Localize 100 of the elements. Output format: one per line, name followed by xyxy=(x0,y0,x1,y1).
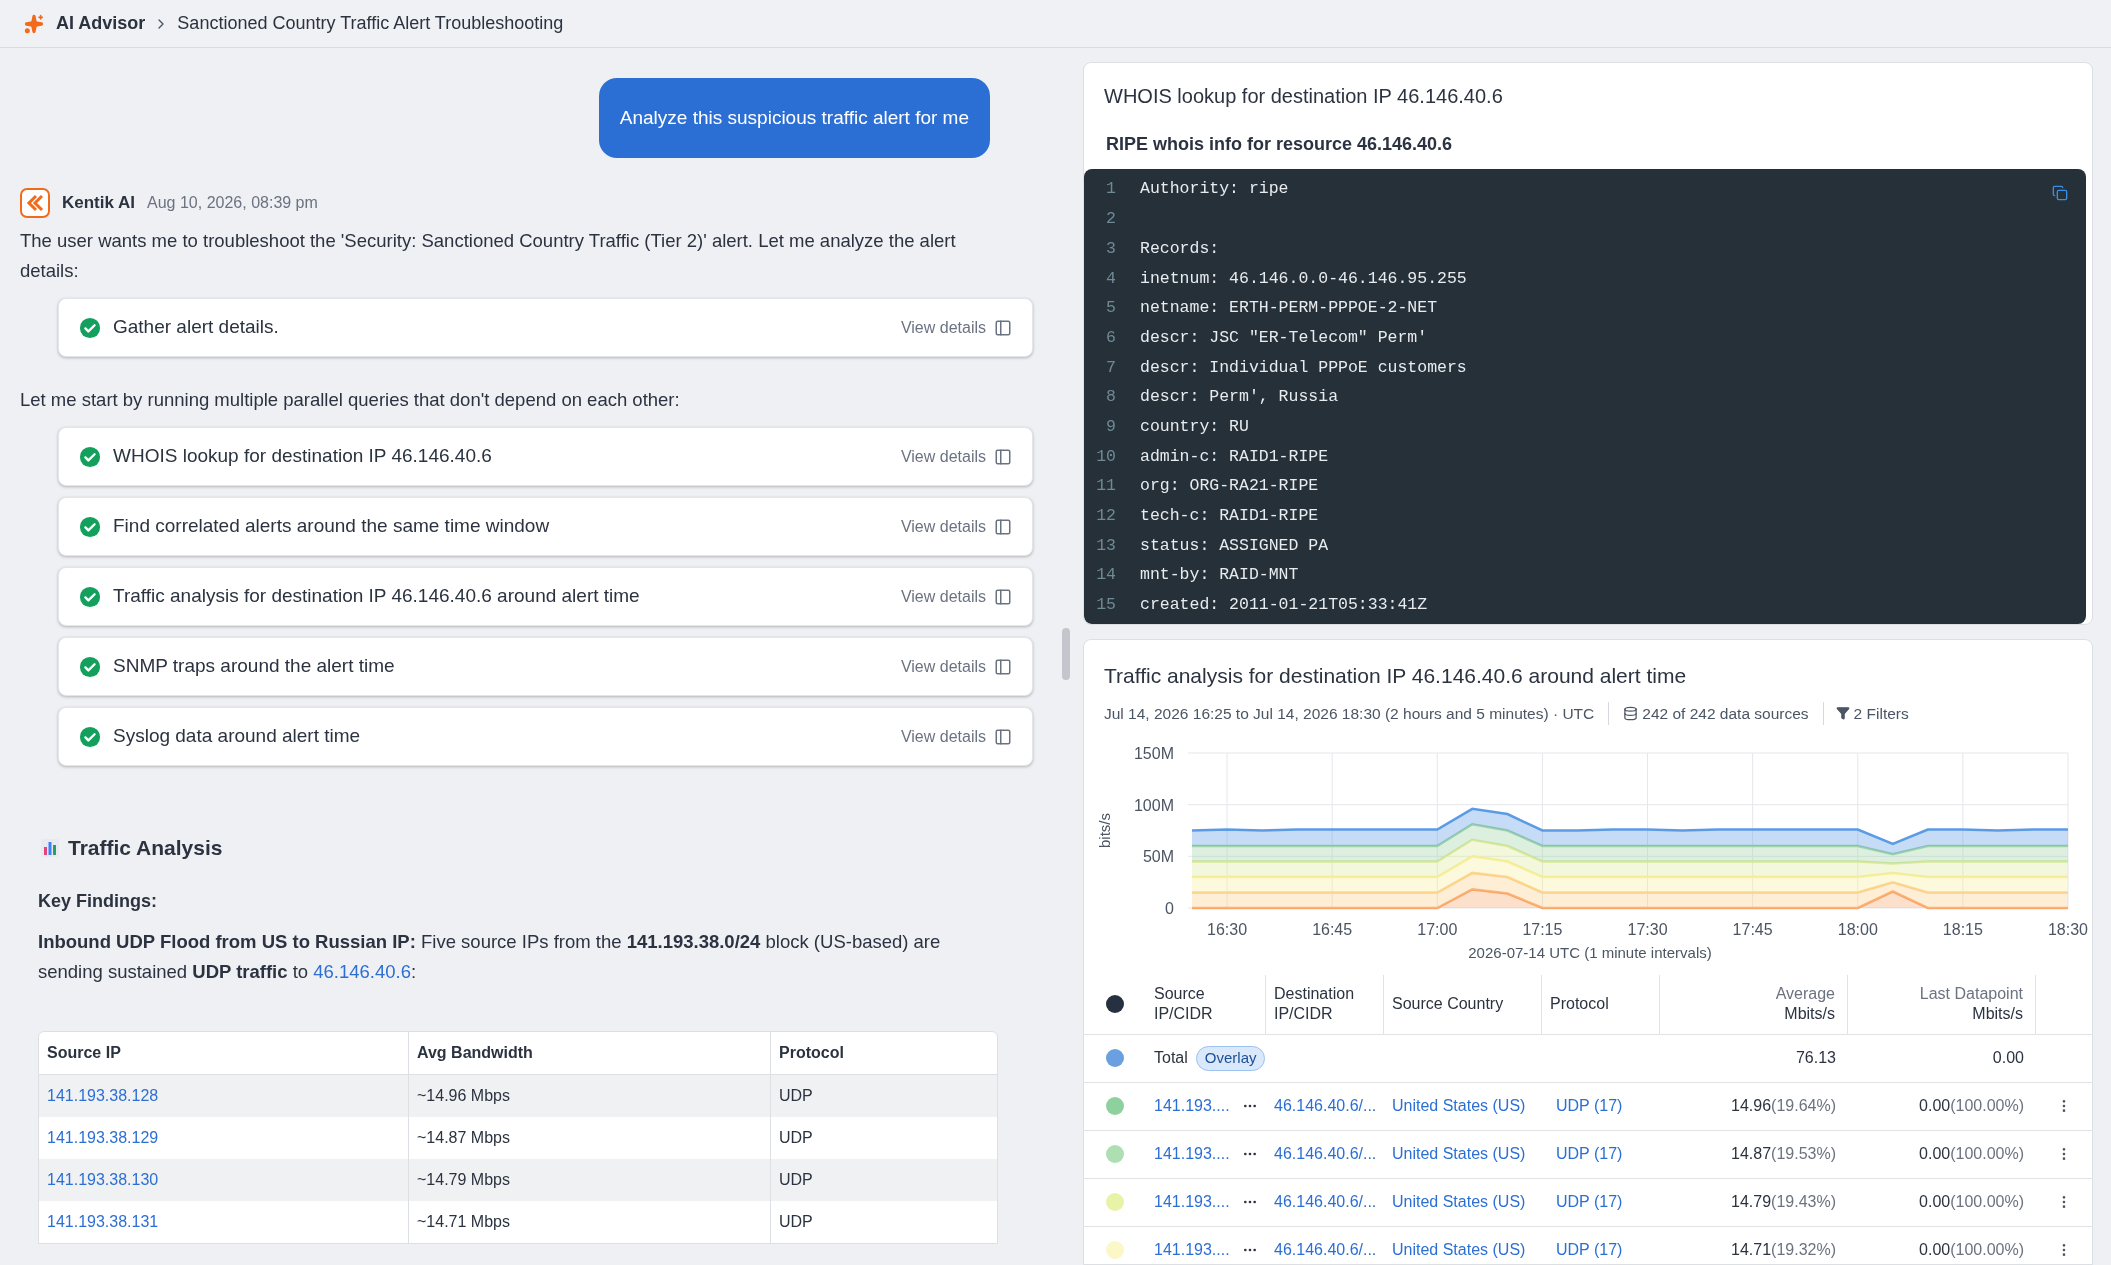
view-details-button[interactable]: View details xyxy=(900,654,1012,679)
table-cell: UDP xyxy=(770,1158,997,1201)
breadcrumb-link[interactable]: AI Advisor xyxy=(56,10,146,37)
code-line: inetnum: 46.146.0.0-46.146.95.255 xyxy=(1139,267,1467,290)
view-details-button[interactable]: View details xyxy=(900,444,1012,469)
table-cell-text: 0.00 xyxy=(1919,1240,1951,1261)
source-link[interactable]: 141.193.... xyxy=(1154,1238,1230,1263)
task-card[interactable]: SNMP traps around the alert time View details xyxy=(58,637,1033,696)
filters-button[interactable]: 2 Filters xyxy=(1823,701,1921,725)
source-link[interactable]: 141.193.... xyxy=(1154,1142,1230,1167)
panel-icon xyxy=(994,318,1012,337)
y-tick-label: 100M xyxy=(1133,796,1174,814)
x-tick-label: 17:45 xyxy=(1732,920,1773,938)
table-cell-text: 14.71 xyxy=(1731,1240,1772,1261)
view-details-button[interactable]: View details xyxy=(900,315,1012,340)
country-link[interactable]: United States (US) xyxy=(1384,1094,1542,1119)
table-cell-text: 14.79 xyxy=(1731,1192,1772,1213)
x-axis-label: 2026-07-14 UTC (1 minute intervals) xyxy=(1468,943,1712,961)
percent-text: (19.43%) xyxy=(1771,1192,1836,1213)
line-number: 10 xyxy=(1095,445,1117,468)
code-line: mnt-by: RAID-MNT xyxy=(1139,564,1299,587)
line-number: 15 xyxy=(1095,594,1117,617)
task-card[interactable]: WHOIS lookup for destination IP 46.146.40.6 View details xyxy=(58,427,1033,486)
view-details-button[interactable]: View details xyxy=(900,514,1012,539)
destination-link[interactable]: 46.146.40.6/... xyxy=(1266,1142,1384,1167)
filter-icon xyxy=(1835,706,1850,721)
source-link[interactable]: 141.193.... xyxy=(1154,1094,1230,1119)
line-number: 13 xyxy=(1095,534,1117,557)
country-link[interactable]: United States (US) xyxy=(1384,1142,1542,1167)
column-header: Protocol xyxy=(770,1031,997,1074)
section-heading: Traffic Analysis xyxy=(68,835,223,861)
table-cell-text: 0.00 xyxy=(1919,1096,1951,1117)
copy-icon[interactable] xyxy=(2052,185,2068,201)
line-number: 1 xyxy=(1105,178,1117,201)
x-tick-label: 18:30 xyxy=(2048,920,2088,938)
y-tick-label: 150M xyxy=(1133,744,1174,762)
ip-link[interactable]: 46.146.40.6 xyxy=(313,960,411,982)
task-card[interactable]: Find correlated alerts around the same time window View details xyxy=(58,497,1033,556)
column-header: Last Datapoint xyxy=(1919,984,2023,1005)
assistant-text: Let me start by running multiple parallel queries that don't depend on each other: xyxy=(20,388,681,412)
finding-paragraph: Inbound UDP Flood from US to Russian IP: Five source IPs from the 141.193.38.0/24 block (US-based) are sending sustained UDP traffic to 46.146.40.6: xyxy=(38,929,942,984)
assistant-text: The user wants me to troubleshoot the 'Security: Sanctioned Country Traffic (Tier 2)' alert. Let me analyze the alert details: xyxy=(20,229,957,283)
line-number: 14 xyxy=(1095,564,1117,587)
task-card[interactable]: Syslog data around alert time View details xyxy=(58,707,1033,766)
column-header: Protocol xyxy=(1550,994,1610,1015)
x-tick-label: 18:00 xyxy=(1837,920,1878,938)
panel-icon xyxy=(994,447,1012,466)
destination-link[interactable]: 46.146.40.6/... xyxy=(1266,1238,1384,1263)
code-line: netname: ERTH-PERM-PPPOE-2-NET xyxy=(1139,297,1438,320)
x-tick-label: 18:15 xyxy=(1942,920,1983,938)
destination-link[interactable]: 46.146.40.6/... xyxy=(1266,1190,1384,1215)
source-link[interactable]: 141.193.... xyxy=(1154,1190,1230,1215)
code-line: created: 2011-01-21T05:33:41Z xyxy=(1139,594,1428,617)
line-number: 6 xyxy=(1105,326,1117,349)
country-link[interactable]: United States (US) xyxy=(1384,1190,1542,1215)
view-details-button[interactable]: View details xyxy=(900,724,1012,749)
ip-link[interactable]: 141.193.38.128 xyxy=(47,1083,159,1108)
line-number: 4 xyxy=(1105,267,1117,290)
check-circle-icon xyxy=(79,585,101,608)
line-number: 11 xyxy=(1095,475,1117,498)
protocol-link[interactable]: UDP (17) xyxy=(1542,1238,1660,1263)
protocol-link[interactable]: UDP (17) xyxy=(1542,1094,1660,1119)
line-number: 8 xyxy=(1105,386,1117,409)
task-label: Find correlated alerts around the same time window xyxy=(113,514,551,539)
y-tick-label: 0 xyxy=(1165,899,1174,917)
country-link[interactable]: United States (US) xyxy=(1384,1238,1542,1263)
line-number: 5 xyxy=(1105,297,1117,320)
task-label: Traffic analysis for destination IP 46.146.40.6 around alert time xyxy=(113,584,641,609)
sparkle-icon xyxy=(24,13,44,34)
percent-text: (100.00%) xyxy=(1950,1192,2024,1213)
protocol-link[interactable]: UDP (17) xyxy=(1542,1142,1660,1167)
time-range: Jul 14, 2026 16:25 to Jul 14, 2026 18:30 (2 hours and 5 minutes) · UTC xyxy=(1104,701,1610,725)
findings-heading: Key Findings: xyxy=(38,889,158,913)
x-tick-label: 17:15 xyxy=(1522,920,1563,938)
destination-link[interactable]: 46.146.40.6/... xyxy=(1266,1094,1384,1119)
table-cell-text: 14.96 xyxy=(1731,1096,1772,1117)
percent-text: (100.00%) xyxy=(1950,1240,2024,1261)
percent-text: (19.53%) xyxy=(1771,1144,1836,1165)
scrollbar-thumb[interactable] xyxy=(1062,628,1070,680)
database-icon xyxy=(1623,705,1639,721)
view-details-button[interactable]: View details xyxy=(900,584,1012,609)
panel-icon xyxy=(994,517,1012,536)
ip-link[interactable]: 141.193.38.131 xyxy=(47,1209,159,1234)
column-header: Average xyxy=(1775,984,1835,1005)
table-cell: UDP xyxy=(770,1074,997,1117)
code-line: org: ORG-RA21-RIPE xyxy=(1139,475,1319,498)
code-line: status: ASSIGNED PA xyxy=(1139,534,1329,557)
message-time: Aug 10, 2026, 08:39 pm xyxy=(147,193,318,213)
assistant-name: Kentik AI xyxy=(62,192,136,215)
task-card[interactable]: Gather alert details. View details xyxy=(58,298,1033,357)
check-circle-icon xyxy=(79,445,101,468)
panel-icon xyxy=(994,727,1012,746)
table-cell-text: 76.13 xyxy=(1794,1048,1837,1069)
protocol-link[interactable]: UDP (17) xyxy=(1542,1190,1660,1215)
card-subtitle: RIPE whois info for resource 46.146.40.6 xyxy=(1105,133,1454,156)
ip-link[interactable]: 141.193.38.129 xyxy=(47,1125,159,1150)
code-line: descr: JSC "ER-Telecom" Perm' xyxy=(1139,326,1428,349)
kentik-logo-icon xyxy=(20,188,50,218)
task-card[interactable]: Traffic analysis for destination IP 46.146.40.6 around alert time View details xyxy=(58,567,1033,626)
ip-link[interactable]: 141.193.38.130 xyxy=(47,1167,159,1192)
